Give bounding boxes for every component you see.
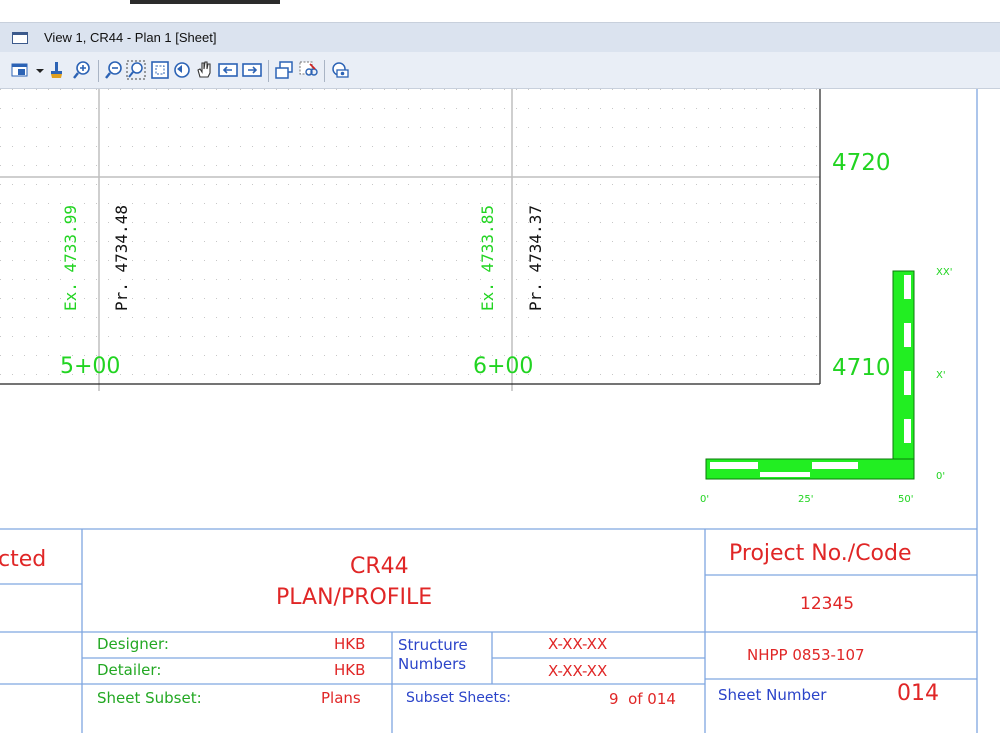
numbers-label: Numbers <box>398 655 467 673</box>
window-icon <box>12 32 28 44</box>
sheet-number-label: Sheet Number <box>718 686 827 704</box>
sheet-number-value: 014 <box>897 681 939 706</box>
clip-volume-icon[interactable] <box>298 60 318 80</box>
zoom-out-icon[interactable] <box>104 60 124 80</box>
structure-label: Structure <box>398 636 468 654</box>
proposed-elevation-label: Pr. 4734.48 <box>112 205 131 311</box>
window-titlebar[interactable]: View 1, CR44 - Plan 1 [Sheet] <box>0 22 1000 53</box>
vertical-scale-bar <box>892 270 915 472</box>
brush-icon[interactable] <box>46 60 66 80</box>
scale-horizontal-tick: 50' <box>898 494 914 505</box>
next-view-icon[interactable] <box>242 60 262 80</box>
station-label: 5+00 <box>60 354 121 379</box>
project-code-label: Project No./Code <box>729 541 912 566</box>
copy-view-icon[interactable] <box>274 60 294 80</box>
drawing-canvas[interactable]: Ex. 4733.99 Pr. 4734.48 Ex. 4733.85 Pr. … <box>0 89 1000 733</box>
title-block-fragment: cted <box>0 547 47 572</box>
zoom-in-icon[interactable] <box>72 60 92 80</box>
structure-number-value: X-XX-XX <box>548 635 608 653</box>
rotate-view-icon[interactable] <box>172 60 192 80</box>
detailer-label: Detailer: <box>97 661 162 679</box>
designer-value: HKB <box>334 635 366 653</box>
view-attributes-icon[interactable] <box>10 60 30 80</box>
existing-elevation-label: Ex. 4733.99 <box>61 205 80 311</box>
pan-icon[interactable] <box>194 60 214 80</box>
toolbar-separator <box>268 60 269 82</box>
detailer-value: HKB <box>334 661 366 679</box>
existing-elevation-label: Ex. 4733.85 <box>478 205 497 311</box>
previous-view-icon[interactable] <box>218 60 238 80</box>
top-strip-dark <box>130 0 280 4</box>
sheet-title-road: CR44 <box>350 554 409 579</box>
scale-vertical-tick: XX' <box>936 267 953 278</box>
camera-icon[interactable] <box>330 60 350 80</box>
view-toolbar <box>0 52 1000 89</box>
top-strip <box>0 0 1000 5</box>
dropdown-arrow-icon[interactable] <box>30 60 44 80</box>
station-label: 6+00 <box>473 354 534 379</box>
sheet-subset-label: Sheet Subset: <box>97 689 202 707</box>
elevation-label: 4720 <box>832 150 891 176</box>
scale-vertical-tick: 0' <box>936 471 946 482</box>
subset-sheets-label: Subset Sheets: <box>406 690 511 706</box>
structure-number-value: X-XX-XX <box>548 662 608 680</box>
designer-label: Designer: <box>97 635 169 653</box>
proposed-elevation-label: Pr. 4734.37 <box>526 205 545 311</box>
sheet-title-type: PLAN/PROFILE <box>276 585 433 610</box>
scale-horizontal-tick: 25' <box>798 494 814 505</box>
project-number: 12345 <box>800 594 855 614</box>
scale-horizontal-tick: 0' <box>700 494 710 505</box>
scale-vertical-tick: X' <box>936 370 946 381</box>
federal-project-code: NHPP 0853-107 <box>747 646 865 664</box>
horizontal-scale-bar <box>705 458 915 480</box>
subset-sheets-value: 9 of 014 <box>609 690 676 708</box>
window-title: View 1, CR44 - Plan 1 [Sheet] <box>44 30 217 45</box>
fit-view-icon[interactable] <box>150 60 170 80</box>
window-area-icon[interactable] <box>126 60 146 80</box>
toolbar-separator <box>324 60 325 82</box>
toolbar-separator <box>98 60 99 82</box>
elevation-label: 4710 <box>832 355 891 381</box>
sheet-subset-value: Plans <box>321 689 361 707</box>
